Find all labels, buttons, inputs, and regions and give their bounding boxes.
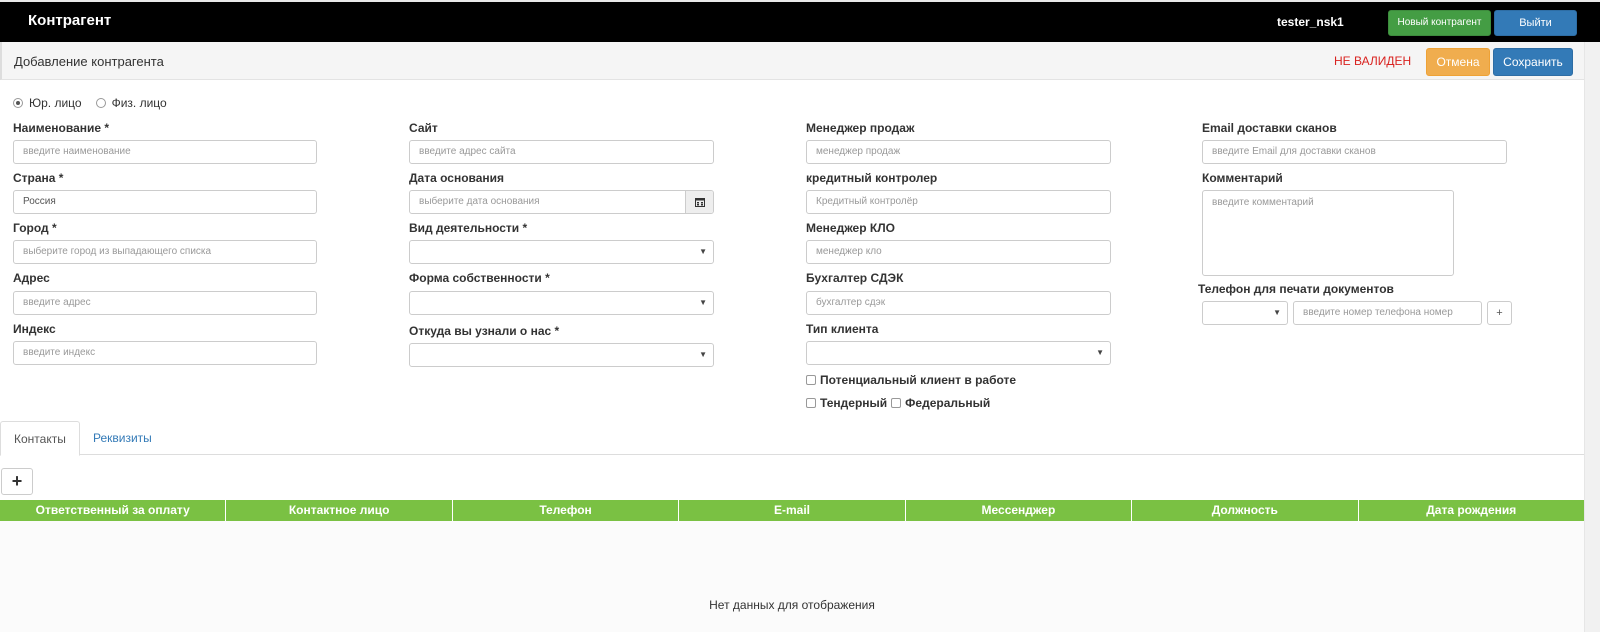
accountant-input[interactable]: бухгалтер сдэк xyxy=(806,291,1111,315)
index-input[interactable]: введите индекс xyxy=(13,341,317,365)
add-phone-button[interactable]: + xyxy=(1487,301,1512,325)
calendar-icon[interactable] xyxy=(685,191,713,213)
column-header[interactable]: Мессенджер xyxy=(906,500,1133,521)
tabs-bar: Контакты Реквизиты xyxy=(0,421,1600,456)
dropdown-arrow-icon: ▼ xyxy=(699,350,707,359)
address-input[interactable]: введите адрес xyxy=(13,291,317,315)
potential-client-checkbox-row: Потенциальный клиент в работе xyxy=(806,373,1016,387)
source-select[interactable]: ▼ xyxy=(409,343,714,367)
site-input[interactable]: введите адрес сайта xyxy=(409,140,714,164)
klo-manager-input[interactable]: менеджер кло xyxy=(806,240,1111,264)
username: tester_nsk1 xyxy=(1277,15,1344,29)
column-header[interactable]: Контактное лицо xyxy=(226,500,453,521)
founded-date-placeholder: выберите дата основания xyxy=(419,196,540,207)
column-header[interactable]: Телефон xyxy=(453,500,680,521)
individual-radio[interactable] xyxy=(95,98,106,108)
federal-checkbox[interactable] xyxy=(891,398,902,408)
sales-manager-label: Менеджер продаж xyxy=(806,121,915,135)
page-header: Добавление контрагента НЕ ВАЛИДЕН Отмена… xyxy=(0,42,1600,80)
individual-label[interactable]: Физ. лицо xyxy=(112,96,167,110)
site-label: Сайт xyxy=(409,121,438,135)
dropdown-arrow-icon: ▼ xyxy=(699,247,707,256)
page-scrollbar[interactable] xyxy=(1584,42,1600,632)
top-navbar: Контрагент tester_nsk1 Новый контрагент … xyxy=(0,0,1600,42)
activity-select[interactable]: ▼ xyxy=(409,240,714,264)
sales-manager-input[interactable]: менеджер продаж xyxy=(806,140,1111,164)
add-contact-button[interactable]: + xyxy=(1,468,33,495)
country-input[interactable]: Россия xyxy=(13,190,317,214)
tender-federal-checkbox-row: Тендерный Федеральный xyxy=(806,396,990,410)
tab-requisites[interactable]: Реквизиты xyxy=(80,421,165,456)
print-phone-label: Телефон для печати документов xyxy=(1198,282,1394,296)
legal-entity-radio[interactable] xyxy=(13,98,23,108)
source-label: Откуда вы узнали о нас * xyxy=(409,324,560,338)
scan-email-label: Email доставки сканов xyxy=(1202,121,1337,135)
tender-label[interactable]: Тендерный xyxy=(820,396,887,410)
scan-email-input[interactable]: введите Email для доставки сканов xyxy=(1202,140,1507,164)
founded-label: Дата основания xyxy=(409,171,505,185)
logout-button[interactable]: Выйти xyxy=(1494,10,1577,36)
print-phone-input[interactable]: введите номер телефона номер xyxy=(1293,301,1482,325)
column-header[interactable]: E-mail xyxy=(679,500,906,521)
dropdown-arrow-icon: ▼ xyxy=(699,298,707,307)
credit-controller-label: кредитный контролер xyxy=(806,171,938,185)
comment-label: Комментарий xyxy=(1202,171,1283,185)
dropdown-arrow-icon: ▼ xyxy=(1273,308,1281,317)
comment-textarea[interactable]: введите комментарий xyxy=(1202,190,1454,276)
ownership-select[interactable]: ▼ xyxy=(409,291,714,315)
save-button[interactable]: Сохранить xyxy=(1493,48,1573,76)
accountant-label: Бухгалтер СДЭК xyxy=(806,271,904,285)
potential-client-checkbox[interactable] xyxy=(806,375,816,385)
validation-status: НЕ ВАЛИДЕН xyxy=(1334,54,1412,68)
new-counterparty-button[interactable]: Новый контрагент xyxy=(1388,10,1491,36)
brand-title[interactable]: Контрагент xyxy=(28,12,111,29)
client-type-label: Тип клиента xyxy=(806,322,879,336)
city-input[interactable]: выберите город из выпадающего списка xyxy=(13,240,317,264)
contacts-grid-header: Ответственный за оплату Контактное лицо … xyxy=(0,500,1584,521)
phone-country-select[interactable]: ▼ xyxy=(1202,301,1288,325)
legal-entity-label[interactable]: Юр. лицо xyxy=(29,96,82,110)
client-type-select[interactable]: ▼ xyxy=(806,341,1111,365)
country-label: Страна * xyxy=(13,171,64,185)
federal-label[interactable]: Федеральный xyxy=(905,396,990,410)
address-label: Адрес xyxy=(13,271,50,285)
dropdown-arrow-icon: ▼ xyxy=(1096,348,1104,357)
cancel-button[interactable]: Отмена xyxy=(1426,48,1490,76)
column-header[interactable]: Дата рождения xyxy=(1359,500,1584,521)
name-input[interactable]: введите наименование xyxy=(13,140,317,164)
ownership-label: Форма собственности * xyxy=(409,271,550,285)
contacts-grid-body xyxy=(0,521,1584,632)
entity-type-radio-group: Юр. лицо Физ. лицо xyxy=(13,96,181,110)
klo-manager-label: Менеджер КЛО xyxy=(806,221,895,235)
name-label: Наименование * xyxy=(13,121,110,135)
page-title: Добавление контрагента xyxy=(14,54,164,69)
column-header[interactable]: Ответственный за оплату xyxy=(0,500,227,521)
credit-controller-input[interactable]: Кредитный контролёр xyxy=(806,190,1111,214)
city-label: Город * xyxy=(13,221,57,235)
index-label: Индекс xyxy=(13,322,56,336)
founded-date-input[interactable]: выберите дата основания xyxy=(409,190,714,214)
column-header[interactable]: Должность xyxy=(1132,500,1359,521)
potential-client-label[interactable]: Потенциальный клиент в работе xyxy=(820,373,1016,387)
tab-contacts[interactable]: Контакты xyxy=(0,421,80,456)
tender-checkbox[interactable] xyxy=(806,398,816,408)
empty-grid-message: Нет данных для отображения xyxy=(709,598,875,612)
activity-label: Вид деятельности * xyxy=(409,221,528,235)
